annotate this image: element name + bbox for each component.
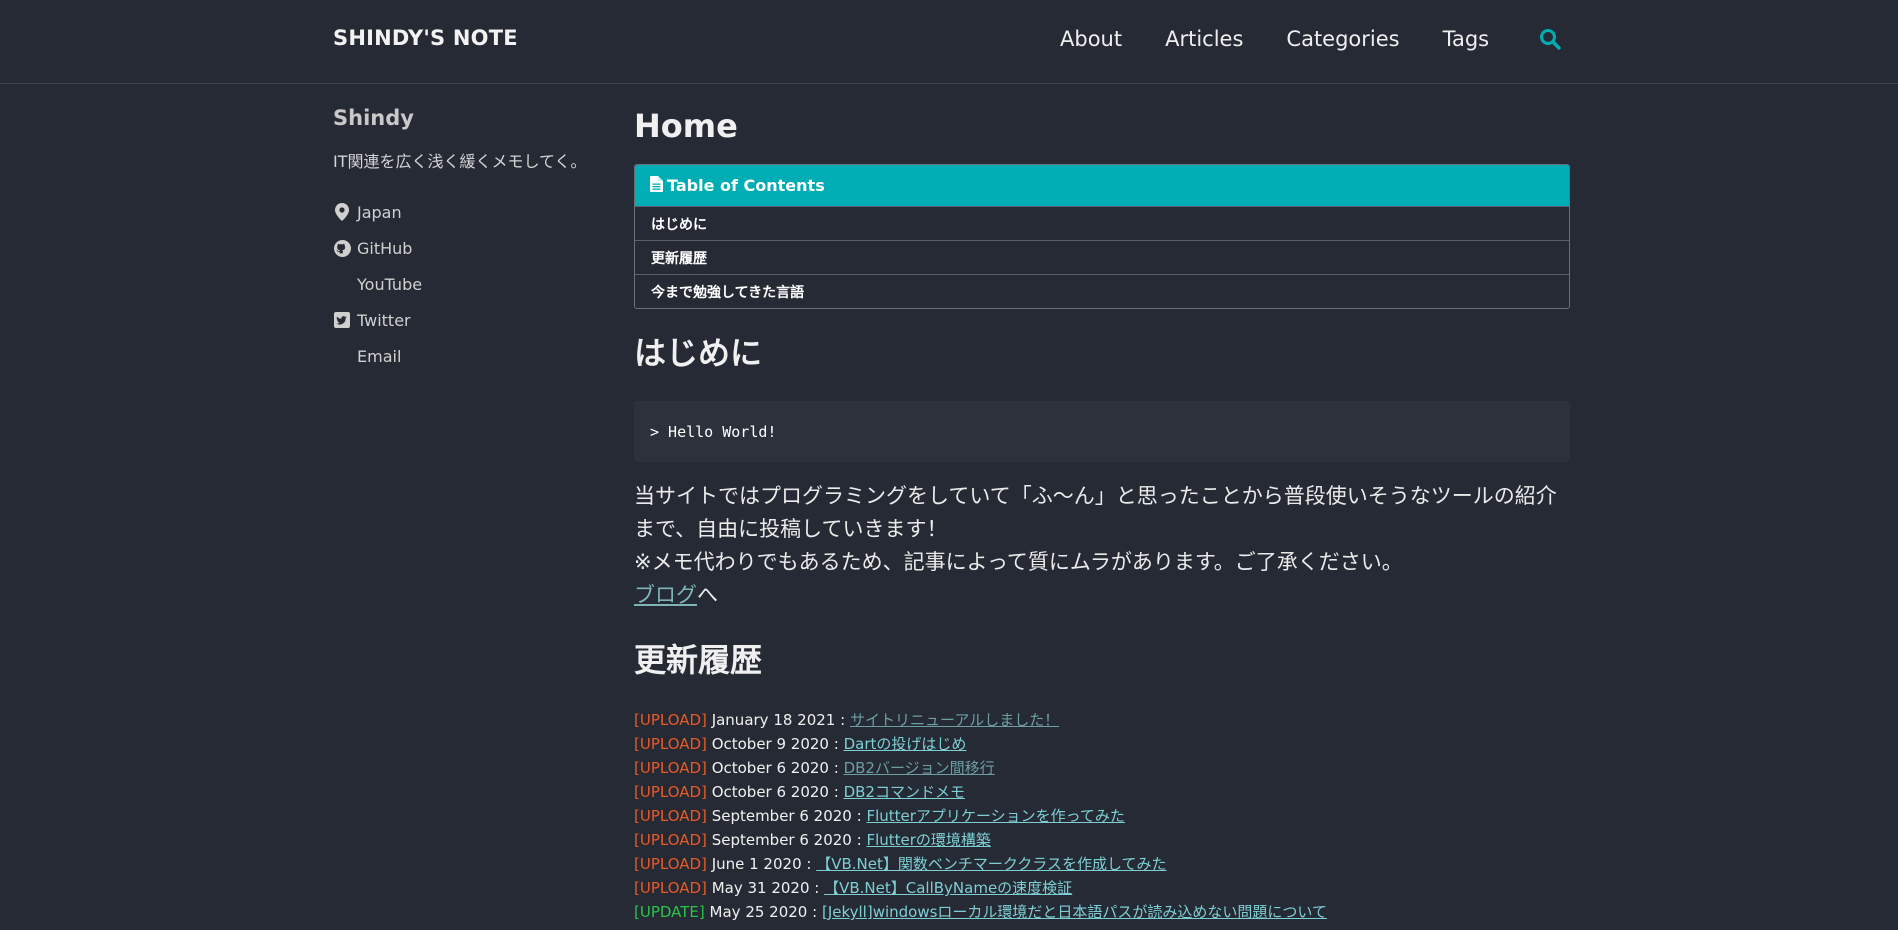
author-link-location[interactable]: Japan (333, 194, 603, 230)
nav-articles[interactable]: Articles (1165, 27, 1243, 51)
update-date: October 6 2020 : (711, 783, 839, 801)
update-date: September 6 2020 : (711, 807, 862, 825)
article-link[interactable]: Flutterアプリケーションを作ってみた (866, 807, 1124, 825)
article-link[interactable]: 【VB.Net】関数ベンチマーククラスを作成してみた (816, 855, 1166, 873)
nav-categories[interactable]: Categories (1286, 27, 1399, 51)
intro-text: 当サイトではプログラミングをしていて「ふ～ん」と思ったことから普段使いそうなツー… (634, 480, 1570, 612)
update-date: October 9 2020 : (711, 735, 839, 753)
update-date: January 18 2021 : (711, 711, 846, 729)
author-name: Shindy (333, 106, 414, 130)
toc-header-label: Table of Contents (667, 176, 825, 195)
page-title: Home (634, 107, 738, 145)
toc-item[interactable]: 今まで勉強してきた言語 (635, 274, 1569, 308)
update-entry: [UPLOAD] October 9 2020 : Dartの投げはじめ (634, 732, 1570, 756)
update-entry: [UPLOAD] June 1 2020 : 【VB.Net】関数ベンチマークク… (634, 852, 1570, 876)
twitter-square-icon (333, 311, 351, 329)
section-heading-history: 更新履歴 (634, 641, 763, 679)
update-tag: [UPDATE] (634, 903, 705, 921)
article-link[interactable]: Flutterの環境構築 (866, 831, 990, 849)
article-link[interactable]: サイトリニューアルしました！ (850, 711, 1059, 729)
intro-note: ※メモ代わりでもあるため、記事によって質にムラがあります。ご了承ください。 (634, 550, 1403, 574)
author-link-github[interactable]: GitHub (333, 230, 603, 266)
toc-header: Table of Contents (635, 165, 1569, 206)
upload-tag: [UPLOAD] (634, 711, 707, 729)
update-date: September 6 2020 : (711, 831, 862, 849)
article-link[interactable]: DB2バージョン間移行 (844, 759, 995, 777)
update-history-list: [UPLOAD] January 18 2021 : サイトリニューアルしました… (634, 708, 1570, 924)
site-title-link[interactable]: SHINDY'S NOTE (333, 26, 518, 50)
update-entry: [UPLOAD] October 6 2020 : DB2バージョン間移行 (634, 756, 1570, 780)
upload-tag: [UPLOAD] (634, 855, 707, 873)
toc-item[interactable]: 更新履歴 (635, 240, 1569, 274)
nav-about[interactable]: About (1060, 27, 1122, 51)
map-marker-icon (333, 203, 351, 221)
intro-paragraph: 当サイトではプログラミングをしていて「ふ～ん」と思ったことから普段使いそうなツー… (634, 484, 1557, 541)
upload-tag: [UPLOAD] (634, 879, 707, 897)
author-links: Japan GitHub YouTube Twitter Email (333, 194, 603, 374)
upload-tag: [UPLOAD] (634, 831, 707, 849)
article-link[interactable]: [Jekyll]windowsローカル環境だと日本語パスが読み込めない問題につい… (822, 903, 1327, 921)
table-of-contents: Table of Contents はじめに 更新履歴 今まで勉強してきた言語 (634, 164, 1570, 309)
update-entry: [UPLOAD] September 6 2020 : Flutterアプリケー… (634, 804, 1570, 828)
upload-tag: [UPLOAD] (634, 783, 707, 801)
update-entry: [UPLOAD] May 31 2020 : 【VB.Net】CallByNam… (634, 876, 1570, 900)
author-link-label: Email (357, 346, 402, 366)
update-date: June 1 2020 : (711, 855, 812, 873)
file-text-icon (650, 175, 663, 196)
toc-item[interactable]: はじめに (635, 206, 1569, 240)
author-link-twitter[interactable]: Twitter (333, 302, 603, 338)
article-link[interactable]: DB2コマンドメモ (844, 783, 965, 801)
update-entry: [UPDATE] May 25 2020 : [Jekyll]windowsロー… (634, 900, 1570, 924)
article-link[interactable]: 【VB.Net】CallByNameの速度検証 (824, 879, 1072, 897)
upload-tag: [UPLOAD] (634, 735, 707, 753)
blog-link-line: ブログへ (634, 579, 1570, 612)
author-link-email[interactable]: Email (333, 338, 603, 374)
update-entry: [UPLOAD] September 6 2020 : Flutterの環境構築 (634, 828, 1570, 852)
blog-link[interactable]: ブログ (634, 583, 697, 607)
code-block: > Hello World! (634, 401, 1570, 462)
update-entry: [UPLOAD] October 6 2020 : DB2コマンドメモ (634, 780, 1570, 804)
upload-tag: [UPLOAD] (634, 759, 707, 777)
author-bio: IT関連を広く浅く緩くメモしてく。 (333, 152, 587, 171)
section-heading-intro: はじめに (634, 334, 763, 372)
github-icon (333, 239, 351, 257)
author-link-label: Japan (357, 202, 402, 222)
author-sidebar: Shindy IT関連を広く浅く緩くメモしてく。 Japan GitHub Yo… (333, 106, 603, 374)
main-content: Home Table of Contents はじめに 更新履歴 今まで勉強して… (634, 104, 1570, 924)
article-link[interactable]: Dartの投げはじめ (844, 735, 967, 753)
main-nav: About Articles Categories Tags (1060, 27, 1562, 51)
author-link-youtube[interactable]: YouTube (333, 266, 603, 302)
upload-tag: [UPLOAD] (634, 807, 707, 825)
top-navbar: SHINDY'S NOTE About Articles Categories … (0, 0, 1898, 84)
update-date: May 31 2020 : (711, 879, 820, 897)
update-entry: [UPLOAD] January 18 2021 : サイトリニューアルしました… (634, 708, 1570, 732)
blog-link-suffix: へ (697, 583, 718, 607)
update-date: May 25 2020 : (709, 903, 818, 921)
nav-tags[interactable]: Tags (1443, 27, 1490, 51)
update-date: October 6 2020 : (711, 759, 839, 777)
author-link-label: Twitter (357, 310, 411, 330)
author-link-label: YouTube (357, 274, 423, 294)
author-link-label: GitHub (357, 238, 413, 258)
search-icon[interactable] (1538, 27, 1562, 51)
